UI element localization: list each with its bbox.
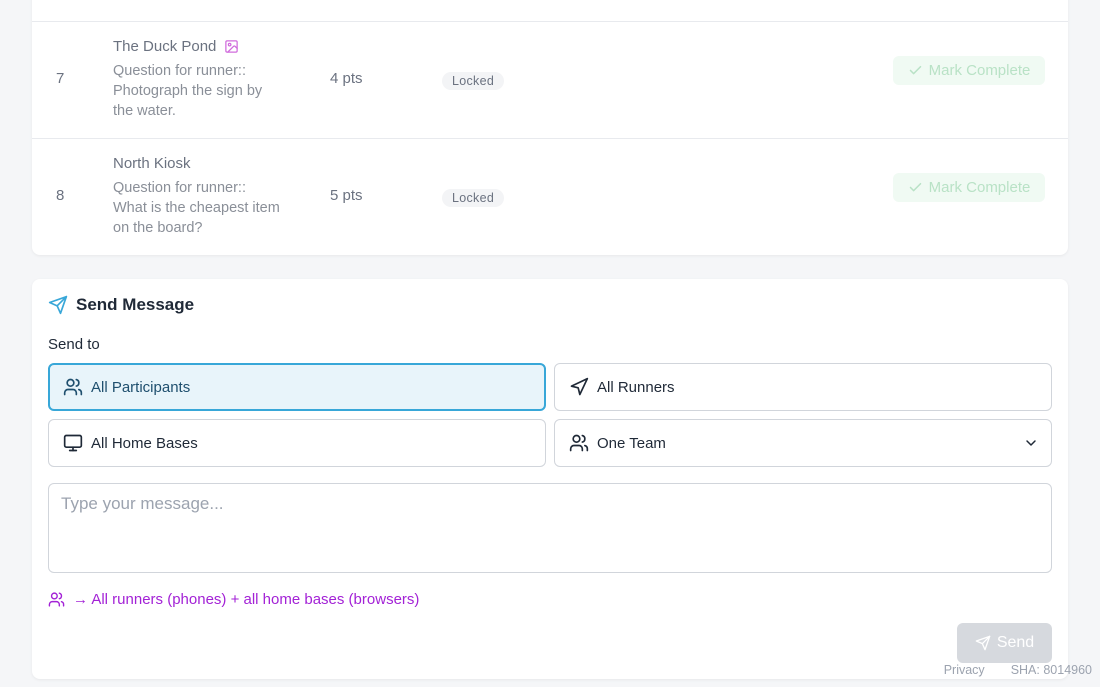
option-label: All Participants [91,378,191,396]
mark-complete-button[interactable]: Mark Complete [893,56,1045,85]
stop-number: 7 [56,70,65,87]
footer: Privacy SHA: 8014960 [944,663,1092,677]
check-icon [908,180,923,195]
send-to-label: Send to [48,336,100,353]
monitor-icon [63,433,83,453]
stop-points: 5 pts [330,187,363,204]
send-label: Send [996,634,1035,651]
recipients-hint: → All runners (phones) + all home bases … [48,591,419,608]
version-sha: SHA: 8014960 [1010,663,1092,677]
stop-name: The Duck Pond [113,38,217,55]
stop-number: 8 [56,187,65,204]
send-icon [975,635,991,651]
send-message-card: Send Message Send to All Participants Al… [32,279,1068,679]
status-badge: Locked [442,72,505,90]
send-icon [48,295,68,315]
users-icon [569,433,589,453]
stop-question: Question for runner:: What is the cheape… [113,180,280,236]
option-label: All Home Bases [91,434,198,452]
one-team-select[interactable]: One Team [554,419,1052,467]
mark-complete-button[interactable]: Mark Complete [893,173,1045,202]
stop-name: North Kiosk [113,155,191,172]
users-icon [63,377,83,397]
navigation-icon [569,377,589,397]
users-icon [48,591,65,608]
section-title: Send Message [76,295,195,314]
stops-table-card: 7 The Duck Pond Question for runner:: Ph… [32,0,1068,255]
option-label: All Runners [597,378,675,396]
stop-points: 4 pts [330,70,363,87]
hint-text: → All runners (phones) + all home bases … [73,591,420,608]
all-home-bases-option[interactable]: All Home Bases [48,419,546,467]
mark-complete-label: Mark Complete [928,179,1031,196]
stop-question: Question for runner:: Photograph the sig… [113,63,263,119]
stop-info: North Kiosk Question for runner:: What i… [113,155,283,238]
all-runners-option[interactable]: All Runners [554,363,1052,411]
privacy-link[interactable]: Privacy [944,663,985,677]
stop-name-row: The Duck Pond [113,38,283,55]
message-input[interactable] [48,483,1052,573]
option-label: One Team [597,434,666,452]
status-badge: Locked [442,189,505,207]
stop-info: The Duck Pond Question for runner:: Phot… [113,38,283,121]
stop-name-row: North Kiosk [113,155,283,172]
table-row: 7 The Duck Pond Question for runner:: Ph… [32,21,1068,138]
all-participants-option[interactable]: All Participants [48,363,546,411]
chevron-down-icon [1023,435,1039,451]
mark-complete-label: Mark Complete [928,62,1031,79]
image-icon[interactable] [224,39,239,54]
check-icon [908,63,923,78]
table-row: 8 North Kiosk Question for runner:: What… [32,138,1068,255]
send-message-header: Send Message [48,295,194,315]
send-button[interactable]: Send [957,623,1052,663]
